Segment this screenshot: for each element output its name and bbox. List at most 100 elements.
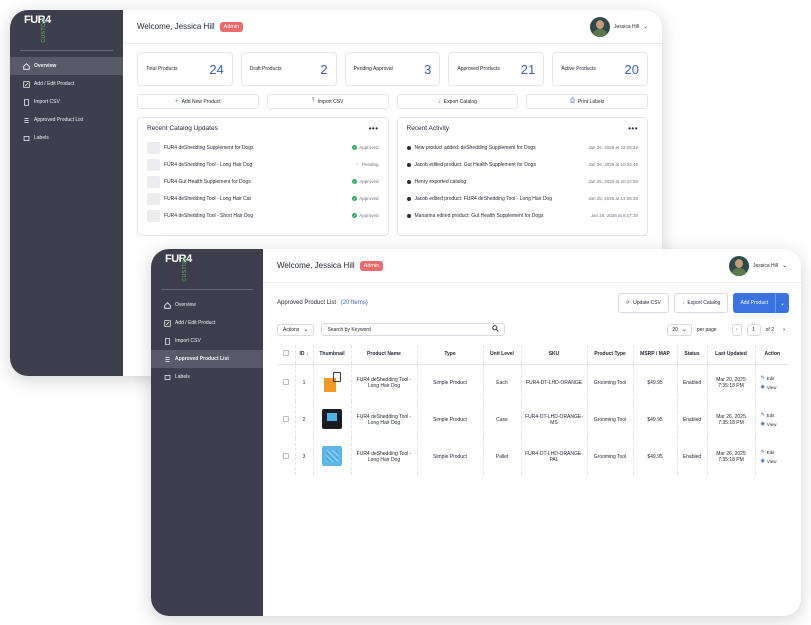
sidebar-item-label: Import CSV: [175, 338, 201, 344]
sidebar-item-label: Import CSV: [34, 99, 60, 105]
welcome-text: Welcome, Jessica Hill: [277, 261, 355, 270]
eye-icon: ◉: [760, 384, 765, 391]
logo[interactable]: FUR4 CUSTOM: [10, 10, 123, 50]
edit-link[interactable]: ✎ Edit: [761, 449, 790, 455]
row-checkbox[interactable]: [282, 452, 289, 459]
add-new-product-button[interactable]: + Add New Product: [137, 94, 259, 109]
more-options-icon[interactable]: •••: [369, 124, 379, 132]
list-item[interactable]: FUR4 Gut Health Supplement for Dogs ✓ App…: [147, 173, 379, 190]
edit-link[interactable]: ✎ Edit: [761, 375, 790, 381]
cell-type: Simple Product: [417, 364, 484, 401]
stat-card-pending: Pending Approval 3: [344, 52, 441, 86]
thumbnail-placeholder: [147, 192, 160, 205]
list-item: Henry exported catalog Jan 25, 2026 at 2…: [406, 173, 638, 190]
export-catalog-button[interactable]: ↓ Export Catalog: [673, 293, 729, 313]
chevron-down-icon[interactable]: ⌄: [775, 293, 789, 313]
stat-label: Active Products: [561, 66, 596, 72]
column-header: MSRP / MAP: [633, 345, 678, 365]
user-menu[interactable]: Jessica Hill ⌄: [728, 255, 787, 276]
row-select: [277, 438, 296, 475]
cell-action: ✎ Edit ◉ View: [755, 438, 789, 475]
activity-text: New product added: deShedding Supplement…: [414, 144, 536, 151]
column-header: Unit Level: [483, 345, 522, 365]
row-checkbox[interactable]: [282, 378, 289, 385]
view-link[interactable]: ◉ View: [761, 458, 790, 464]
print-labels-button[interactable]: ⎙ Print Labels: [526, 94, 648, 109]
sidebar-item-labels[interactable]: Labels: [151, 368, 263, 386]
product-thumbnail[interactable]: [322, 408, 342, 429]
sidebar-item-approved-product-list[interactable]: Approved Product List: [151, 350, 263, 368]
list-item: Marianna edited product: Gut Health Supp…: [406, 207, 638, 224]
row-checkbox[interactable]: [282, 415, 289, 422]
cell-product-name: FUR4 deShedding Tool - Long Hair Dog: [351, 401, 418, 438]
per-page-select[interactable]: 20 ⌄: [667, 323, 692, 336]
view-link[interactable]: ◉ View: [761, 384, 790, 390]
list-item[interactable]: FUR4 deShedding Supplement for Dogs ✓ App…: [147, 139, 379, 156]
next-page-icon[interactable]: ›: [779, 324, 789, 336]
logo-text: FUR4: [24, 14, 51, 26]
search-input[interactable]: [327, 326, 478, 333]
edit-icon: [163, 319, 171, 327]
thumbnail-placeholder: [147, 175, 160, 188]
user-name: Jessica Hill: [613, 23, 639, 30]
search-icon[interactable]: [492, 325, 500, 334]
page-input[interactable]: 1: [746, 323, 761, 336]
edit-link[interactable]: ✎ Edit: [761, 412, 790, 418]
cell-product-name: FUR4 deShedding Tool - Long Hair Dog: [351, 438, 418, 475]
product-thumbnail[interactable]: [322, 445, 342, 466]
topbar: Welcome, Jessica Hill Admin Jessica Hill…: [263, 249, 801, 283]
stat-value: 2: [320, 61, 328, 77]
button-label: Export Catalog: [443, 98, 477, 105]
cell-status: Enabled: [677, 364, 708, 401]
check-icon: ✓: [352, 213, 358, 218]
add-product-button[interactable]: Add Product ⌄: [733, 293, 789, 313]
tag-icon: [163, 373, 171, 381]
product-thumbnail[interactable]: [322, 371, 342, 392]
download-icon: ↓: [437, 98, 441, 105]
user-menu[interactable]: Jessica Hill ⌄: [589, 16, 648, 37]
prev-page-icon[interactable]: ‹: [731, 323, 742, 336]
column-header[interactable]: ID ↓: [295, 345, 314, 365]
upload-icon: [22, 98, 30, 106]
more-options-icon[interactable]: •••: [628, 124, 638, 132]
status-text: Approved: [359, 213, 379, 218]
sidebar-item-import-csv[interactable]: Import CSV: [10, 93, 123, 111]
chevron-down-icon: ⌄: [303, 327, 309, 333]
page-title: Welcome, Jessica Hill Admin: [277, 260, 384, 271]
export-catalog-button[interactable]: ↓ Export Catalog: [396, 94, 519, 109]
sidebar-item-add-edit-product[interactable]: Add / Edit Product: [151, 314, 263, 332]
select-all-checkbox[interactable]: [282, 350, 289, 357]
sidebar-item-add-edit-product[interactable]: Add / Edit Product: [10, 75, 123, 93]
import-csv-button[interactable]: ⤒ Import CSV: [266, 94, 389, 109]
actions-dropdown[interactable]: Actions ⌄: [277, 323, 315, 336]
button-label: Add Product: [740, 300, 768, 306]
logo[interactable]: FUR4 CUSTOM: [151, 249, 263, 289]
cell-product-name: FUR4 deShedding Tool - Long Hair Dog: [351, 364, 418, 401]
bullet-icon: [406, 213, 411, 218]
update-csv-button[interactable]: ⟳ Update CSV: [617, 293, 669, 313]
bullet-icon: [406, 196, 411, 201]
pencil-icon: ✎: [760, 449, 765, 455]
table-header-row: ID ↓ Thumbnail Product Name Type Unit Le…: [277, 345, 789, 365]
column-header: Thumbnail: [313, 345, 352, 365]
list-item[interactable]: FUR4 deShedding Tool - Short Hair Dog ✓ A…: [147, 207, 379, 224]
list-item: Jacob edited product: Gut Health Supplem…: [406, 156, 638, 173]
sidebar-item-overview[interactable]: Overview: [151, 296, 263, 314]
status-text: Approved: [359, 145, 379, 150]
stat-card-active: Active Products 20: [552, 52, 648, 86]
list-item[interactable]: FUR4 deShedding Tool - Long Hair Cat ✓ Ap…: [147, 190, 379, 207]
stat-value: 20: [624, 61, 639, 77]
button-label: Add New Product: [181, 98, 221, 105]
product-name: FUR4 deShedding Tool - Short Hair Dog: [164, 212, 254, 219]
view-link[interactable]: ◉ View: [761, 421, 790, 427]
list-item: New product added: deShedding Supplement…: [406, 139, 638, 156]
sidebar-item-labels[interactable]: Labels: [10, 129, 123, 147]
sidebar-item-approved-product-list[interactable]: Approved Product List: [10, 111, 123, 129]
logo-subtext: CUSTOM: [182, 257, 188, 282]
plus-icon: +: [175, 98, 179, 105]
list-item[interactable]: FUR4 deShedding Tool - Long Hair Dog ⁘ Pe…: [147, 156, 379, 173]
pagination: 20 ⌄ per page ‹ 1 of 2 ›: [667, 323, 789, 336]
sidebar-item-overview[interactable]: Overview: [10, 57, 123, 75]
cell-product-type: Grooming Tool: [587, 438, 634, 475]
sidebar-item-import-csv[interactable]: Import CSV: [151, 332, 263, 350]
